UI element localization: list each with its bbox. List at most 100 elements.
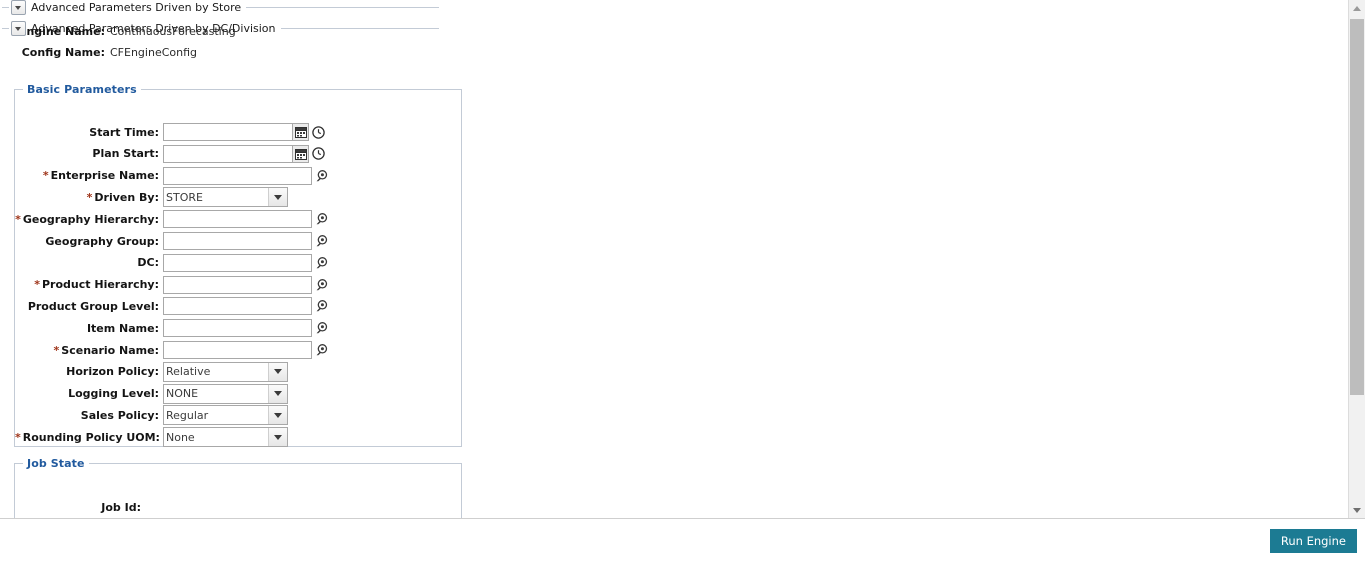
field-label: * Product Hierarchy:: [34, 278, 159, 292]
field-label: Logging Level:: [68, 387, 159, 401]
field-row: Geography Group:: [15, 230, 330, 252]
field-label: Start Time:: [89, 125, 159, 139]
field-row: Logging Level: NONEINFODEBUGERROR: [15, 383, 288, 405]
field-control: [163, 341, 330, 359]
field-row: *Driven By: STOREDCDIVISION: [15, 186, 288, 208]
form-scroll-region[interactable]: Engine Name: ContinuousForecasting Config…: [0, 0, 1365, 519]
field-control: [163, 166, 330, 185]
advanced-parameters-store-fieldset: Advanced Parameters Driven by Store: [2, 0, 439, 21]
field-control: [163, 275, 330, 294]
lookup-search-button[interactable]: [314, 276, 330, 294]
select-input[interactable]: RegularPromotional: [163, 405, 288, 426]
config-name-label: Config Name:: [21, 46, 105, 59]
lookup-search-button[interactable]: [314, 319, 330, 337]
search-icon: [316, 278, 328, 290]
basic-parameters-legend: Basic Parameters: [27, 83, 137, 96]
search-icon: [316, 344, 328, 356]
field-label: Sales Policy:: [80, 408, 159, 422]
lookup-search-button[interactable]: [314, 341, 330, 359]
calendar-icon: [294, 148, 307, 160]
text-input[interactable]: [163, 166, 312, 185]
lookup-search-button[interactable]: [314, 210, 330, 228]
advanced-parameters-store-label: Advanced Parameters Driven by Store: [31, 1, 242, 14]
scroll-down-arrow-icon[interactable]: [1349, 502, 1365, 518]
datetime-input[interactable]: [163, 123, 293, 141]
field-row: * Scenario Name:: [15, 339, 330, 361]
field-row: Start Time:: [15, 121, 326, 143]
search-icon: [316, 169, 328, 181]
required-marker: *: [34, 278, 40, 292]
field-row: Plan Start:: [15, 143, 326, 165]
lookup-search-button[interactable]: [314, 232, 330, 250]
select-input[interactable]: NoneEachCase: [163, 427, 288, 448]
time-picker-button[interactable]: [310, 123, 326, 141]
field-row: * Enterprise Name:: [15, 165, 330, 187]
calendar-picker-button[interactable]: [293, 123, 309, 141]
chevron-down-icon[interactable]: [11, 21, 26, 36]
lookup-search-button[interactable]: [314, 254, 330, 272]
chevron-down-icon[interactable]: [11, 0, 26, 15]
select-input[interactable]: NONEINFODEBUGERROR: [163, 383, 288, 404]
text-input[interactable]: [163, 341, 312, 359]
engine-name-row: Engine Name: ContinuousForecasting: [0, 24, 420, 40]
lookup-search-button[interactable]: [314, 167, 330, 185]
calendar-icon: [294, 127, 307, 138]
required-marker: *: [42, 169, 49, 183]
clock-icon: [311, 125, 325, 139]
field-row: Sales Policy: RegularPromotional: [15, 404, 288, 426]
field-label: * Scenario Name:: [53, 343, 159, 357]
calendar-picker-button[interactable]: [293, 144, 309, 163]
field-control: [163, 210, 330, 229]
field-label: * Driven By:: [86, 190, 159, 204]
select-wrapper: STOREDCDIVISION: [163, 187, 288, 208]
datetime-field: [163, 123, 326, 141]
field-row: * Geography Hierarchy:: [15, 208, 330, 230]
select-wrapper: NoneEachCase: [163, 427, 288, 448]
select-input[interactable]: STOREDCDIVISION: [163, 187, 288, 208]
field-row: Item Name:: [15, 317, 330, 339]
time-picker-button[interactable]: [310, 145, 326, 163]
select-input[interactable]: RelativeAbsolute: [163, 361, 288, 382]
text-input[interactable]: [163, 253, 312, 272]
footer-bar: Run Engine: [0, 519, 1365, 561]
advanced-parameters-store-legend[interactable]: Advanced Parameters Driven by Store: [9, 0, 246, 15]
text-input[interactable]: [163, 319, 312, 338]
text-input[interactable]: [163, 275, 312, 294]
datetime-input[interactable]: [163, 144, 293, 163]
field-control: [163, 253, 330, 272]
field-control: [163, 123, 326, 141]
field-label: Item Name:: [86, 321, 159, 335]
field-control: [163, 232, 330, 250]
field-label: * Geography Hierarchy:: [15, 212, 159, 226]
run-engine-button[interactable]: Run Engine: [1269, 529, 1357, 553]
field-control: STOREDCDIVISION: [163, 187, 288, 208]
select-wrapper: NONEINFODEBUGERROR: [163, 383, 288, 404]
field-row: *Rounding Policy UOM:NoneEachCase: [15, 426, 288, 448]
required-marker: *: [15, 212, 21, 226]
text-input[interactable]: [163, 232, 312, 250]
engine-name-value: ContinuousForecasting: [110, 25, 236, 38]
basic-parameters-fieldset: Basic Parameters Start Time: Plan Start: *…: [14, 83, 462, 448]
scrollbar-thumb[interactable]: [1350, 19, 1364, 395]
search-icon: [316, 256, 328, 268]
datetime-field: [163, 144, 326, 163]
select-wrapper: RelativeAbsolute: [163, 361, 288, 382]
scroll-up-arrow-icon[interactable]: [1349, 0, 1365, 17]
text-input[interactable]: [163, 297, 312, 316]
field-label: Plan Start:: [92, 147, 159, 161]
vertical-scrollbar[interactable]: [1348, 0, 1365, 518]
job-state-legend: Job State: [27, 457, 85, 470]
text-input[interactable]: [163, 210, 312, 229]
required-marker: *: [86, 190, 93, 204]
field-label: Geography Group:: [45, 234, 159, 248]
clock-icon: [311, 147, 325, 161]
field-row: DC:: [15, 252, 330, 274]
field-label: * Rounding Policy UOM:: [15, 430, 160, 444]
field-control: [163, 144, 326, 163]
field-control: [163, 319, 330, 338]
lookup-search-button[interactable]: [314, 297, 330, 315]
field-control: [163, 297, 330, 316]
required-marker: *: [15, 430, 21, 444]
search-icon: [316, 322, 328, 334]
config-name-value: CFEngineConfig: [110, 46, 198, 59]
